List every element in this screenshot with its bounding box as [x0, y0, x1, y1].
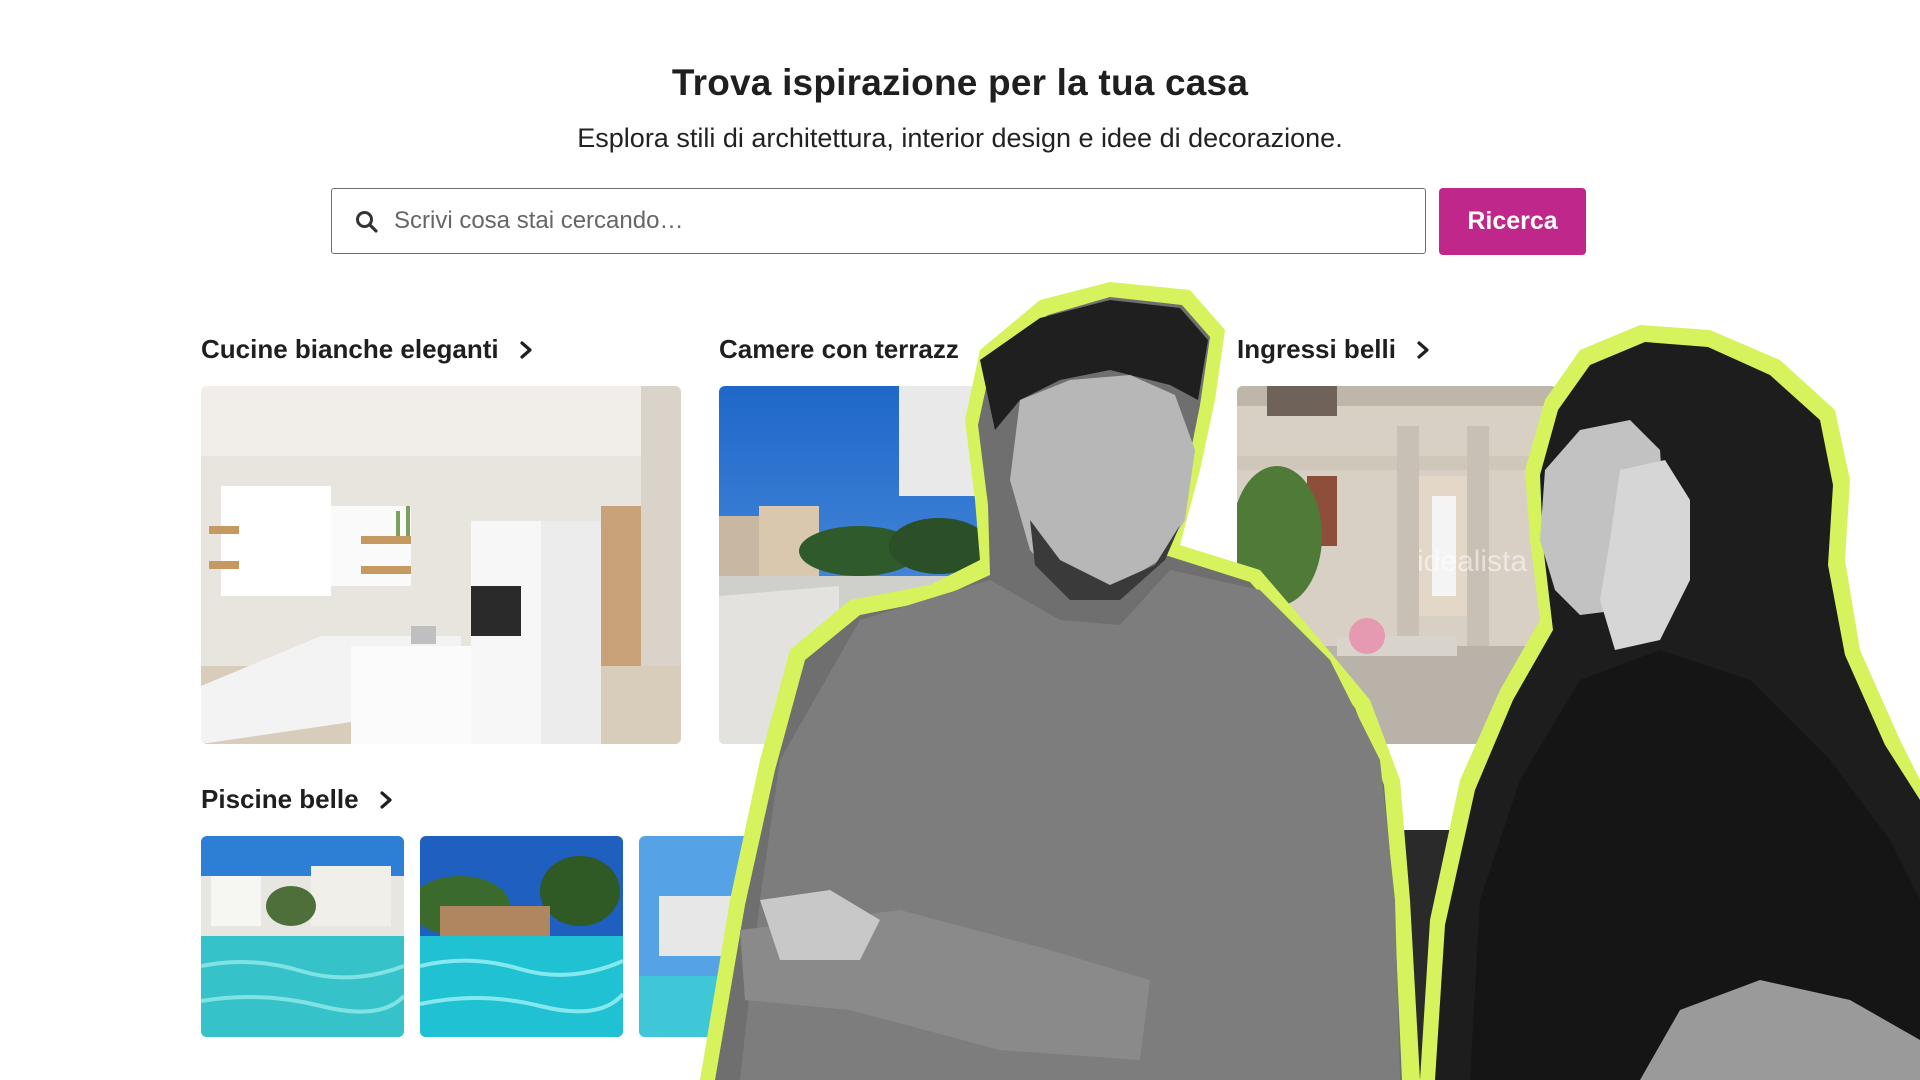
- pool-image-3[interactable]: [639, 836, 759, 1037]
- chevron-right-icon: [379, 790, 392, 809]
- category-label: Camere con terrazz: [719, 334, 959, 364]
- search-button[interactable]: Ricerca: [1439, 188, 1586, 255]
- search-icon: [356, 211, 378, 233]
- kitchen-image[interactable]: [201, 386, 681, 744]
- category-link-beautiful-pools[interactable]: Piscine belle: [201, 784, 397, 815]
- chevron-right-icon: [520, 340, 532, 359]
- chevron-right-icon: [1417, 340, 1429, 359]
- category-link-beautiful-entrances[interactable]: Ingressi belli: [1237, 334, 1434, 365]
- category-label: Piscine belle: [201, 784, 359, 814]
- entrance-image[interactable]: idealista: [1237, 386, 1557, 744]
- pool-image-2[interactable]: [420, 836, 623, 1037]
- search-input[interactable]: [382, 189, 1402, 252]
- terrace-image[interactable]: [719, 386, 1019, 744]
- page-subtitle: Esplora stili di architettura, interior …: [577, 123, 1343, 153]
- search-box[interactable]: [331, 188, 1426, 254]
- category-label: Cucine bianche eleganti: [201, 334, 499, 364]
- category-link-terrace-rooms[interactable]: Camere con terrazz: [719, 334, 959, 365]
- category-label: Ingressi belli: [1237, 334, 1396, 364]
- watermark-text: idealista: [1417, 545, 1527, 578]
- pool-image-1[interactable]: [201, 836, 404, 1037]
- category-link-white-kitchens[interactable]: Cucine bianche eleganti: [201, 334, 537, 365]
- page-title: Trova ispirazione per la tua casa: [671, 62, 1249, 103]
